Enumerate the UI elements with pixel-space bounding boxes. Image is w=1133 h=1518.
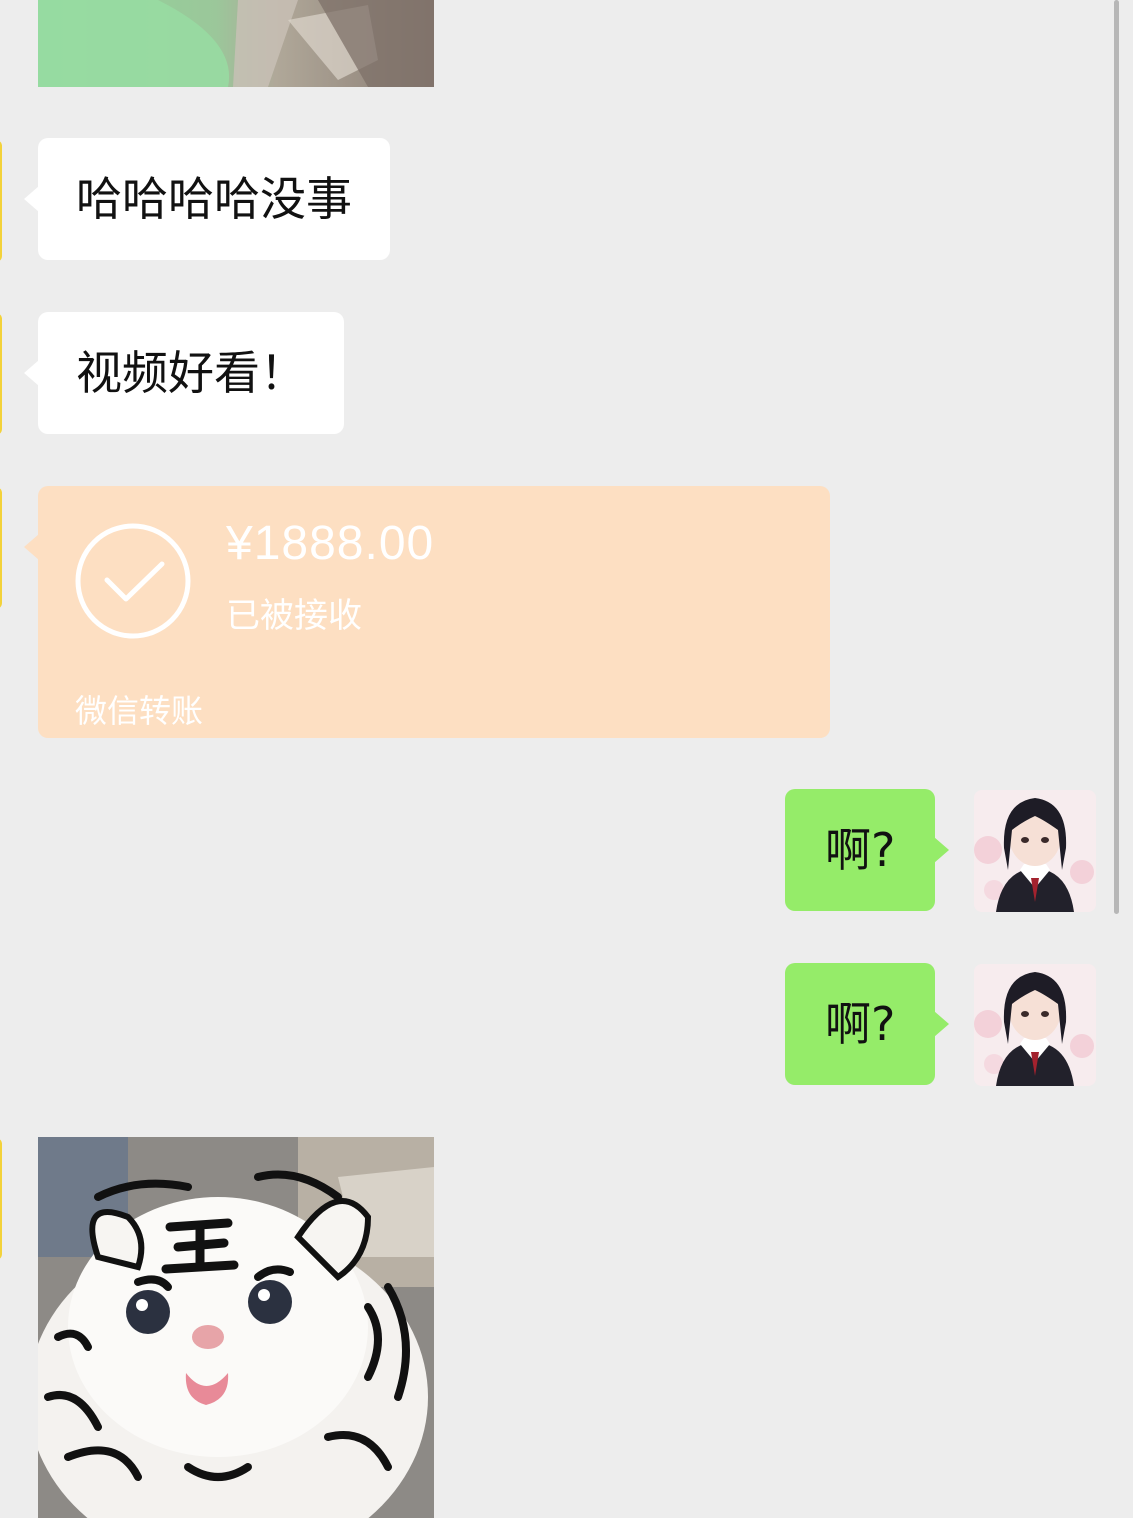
transfer-amount: ¥1888.00 xyxy=(226,517,435,570)
my-avatar[interactable] xyxy=(974,790,1096,912)
outgoing-message-bubble[interactable]: 啊? xyxy=(785,963,950,1085)
contact-avatar[interactable] xyxy=(0,313,2,435)
tiger-cat-sticker-image xyxy=(38,1137,434,1518)
anime-girl-avatar-image xyxy=(974,790,1096,912)
image-message[interactable] xyxy=(38,1137,434,1518)
image-message[interactable] xyxy=(38,0,434,87)
incoming-message-bubble[interactable]: 哈哈哈哈没事 xyxy=(24,138,390,260)
transfer-status: 已被接收 xyxy=(226,596,362,636)
contact-avatar[interactable] xyxy=(0,487,2,609)
outgoing-message-bubble[interactable]: 啊? xyxy=(785,789,950,911)
transfer-footer-label: 微信转账 xyxy=(75,692,204,730)
contact-avatar[interactable] xyxy=(0,140,2,262)
incoming-message-bubble[interactable]: 视频好看！ xyxy=(24,312,344,434)
video-thumbnail-image xyxy=(38,0,434,87)
contact-avatar[interactable] xyxy=(0,1138,2,1260)
wechat-transfer-card[interactable]: ¥1888.00 已被接收 微信转账 xyxy=(24,486,830,738)
chat-view: 哈哈哈哈没事 视频好看！ ¥1888.00 已被接收 微信转账 啊? 啊? xyxy=(0,0,1133,1518)
check-circle-icon xyxy=(75,523,191,639)
my-avatar[interactable] xyxy=(974,964,1096,1086)
anime-girl-avatar-image xyxy=(974,964,1096,1086)
scrollbar[interactable] xyxy=(1114,0,1119,914)
